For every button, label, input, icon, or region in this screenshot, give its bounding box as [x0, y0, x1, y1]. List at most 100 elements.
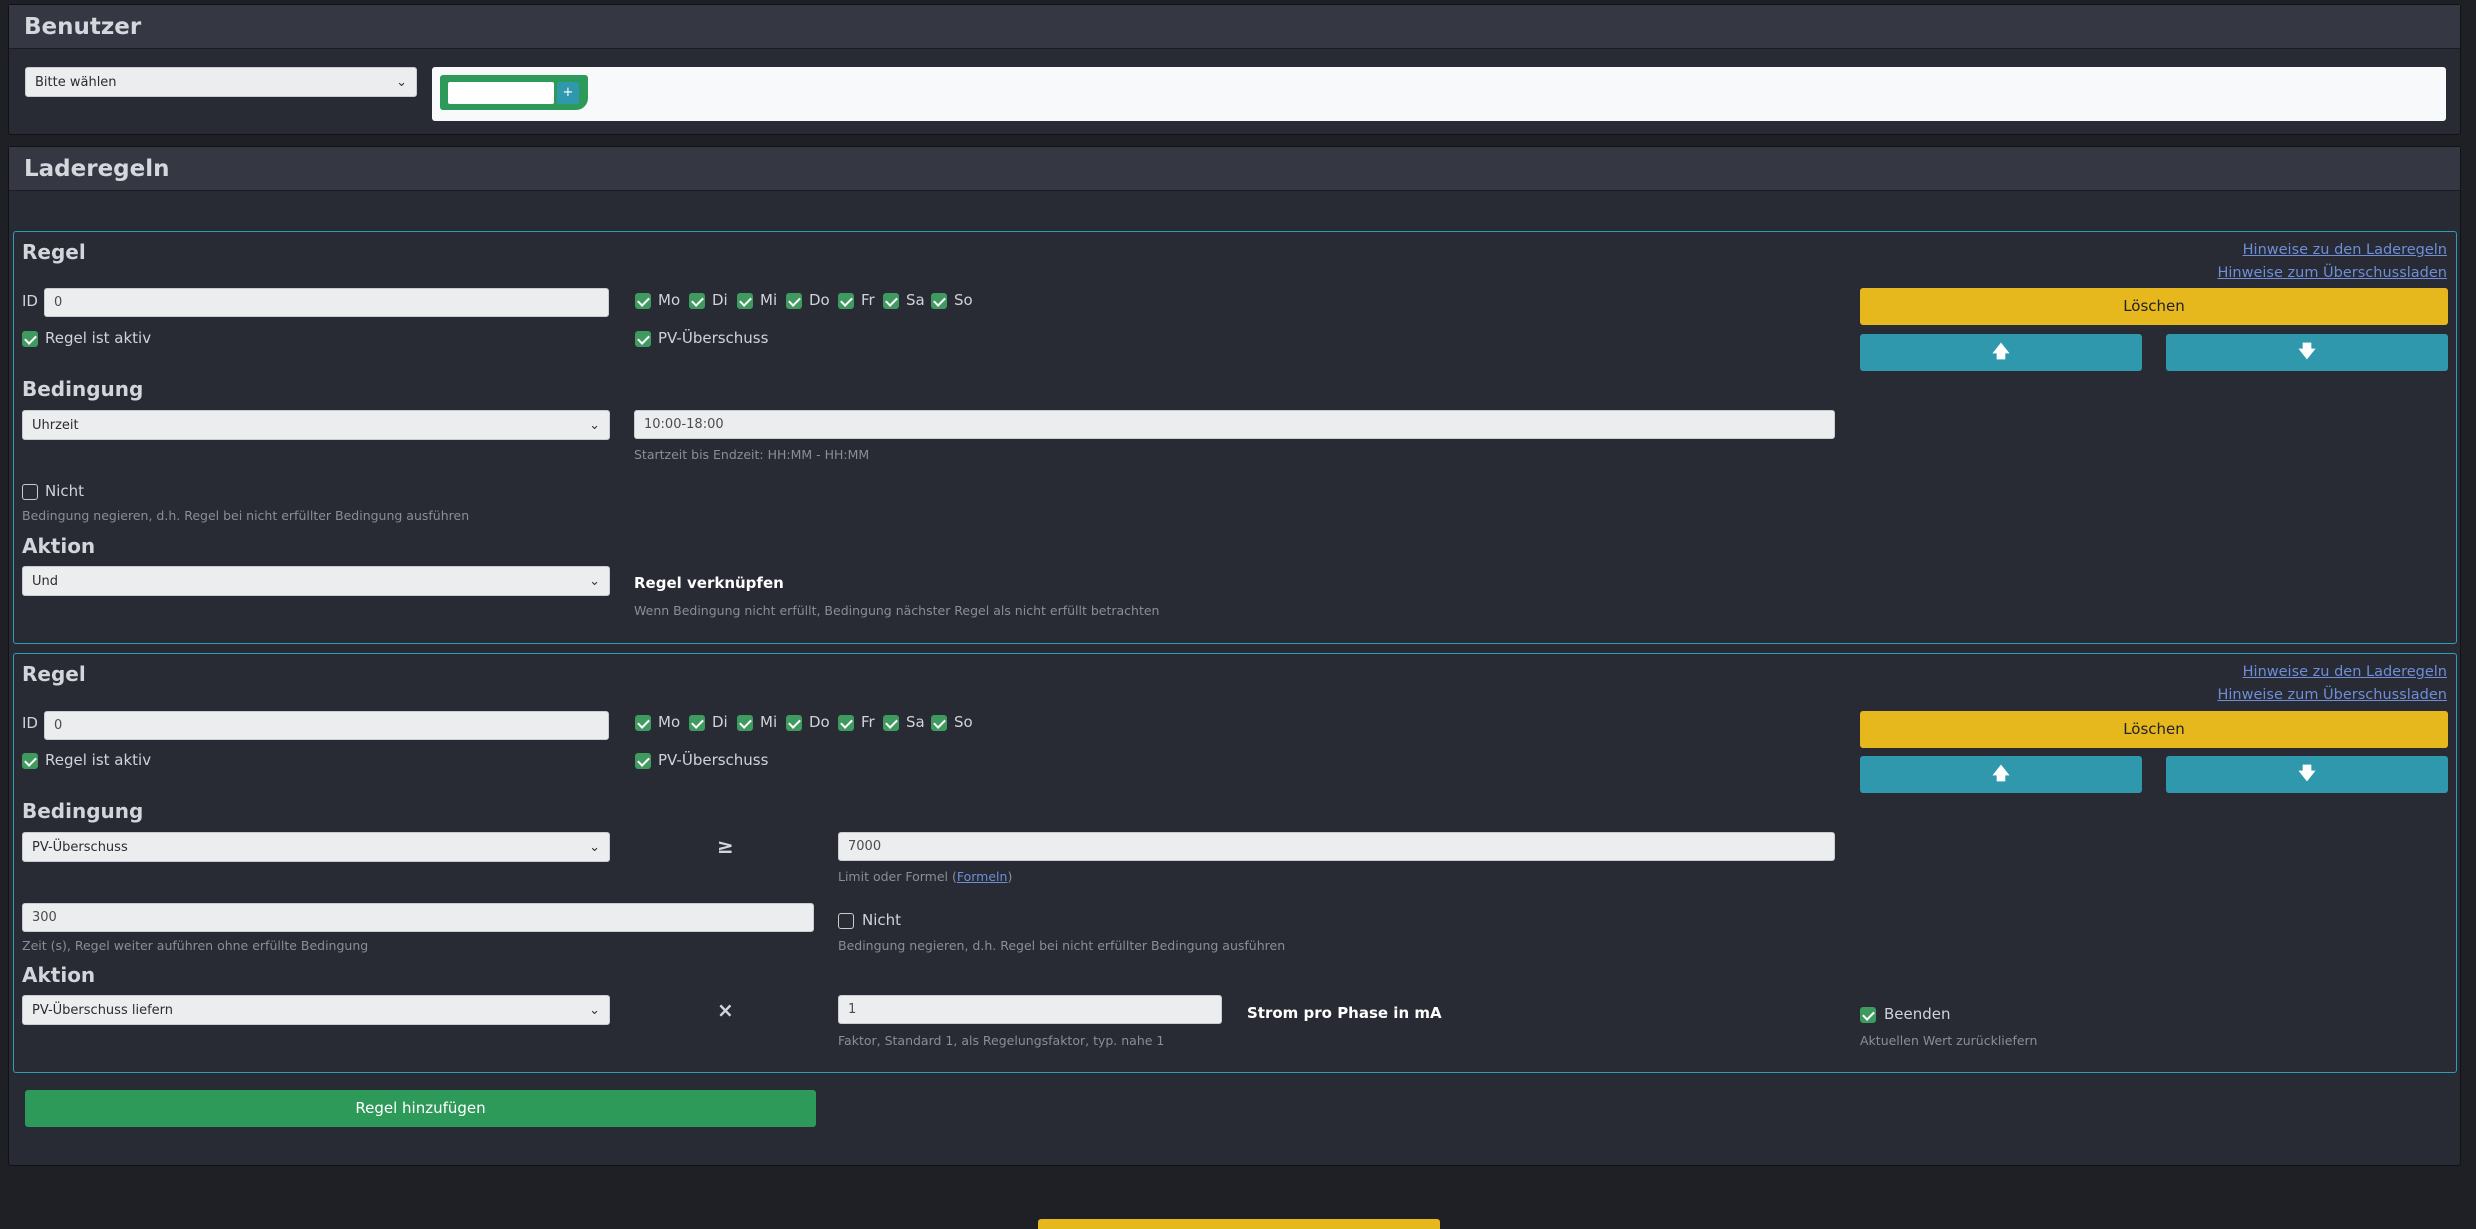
rule1-day-do-checkbox[interactable] — [786, 293, 802, 309]
rule2-active-checkbox[interactable] — [22, 753, 38, 769]
rule1-active-label: Regel ist aktiv — [45, 329, 152, 347]
rule1-move-down-button[interactable]: 🡇 — [2166, 334, 2448, 371]
rule1-link-laderegeln[interactable]: Hinweise zu den Laderegeln — [2243, 242, 2447, 258]
rule1-id-input[interactable]: 0 — [44, 288, 609, 317]
rule1-day-so-label: So — [954, 291, 973, 309]
rule2-id-value: 0 — [54, 718, 63, 733]
rule2-limit-input[interactable]: 7000 — [838, 832, 1835, 861]
rule2-day-sa-label: Sa — [906, 713, 925, 731]
rule2-factor-input[interactable]: 1 — [838, 995, 1222, 1024]
arrow-down-icon: 🡇 — [2298, 342, 2316, 362]
rule1-condition-value: Uhrzeit — [32, 418, 79, 433]
rule1-day-fr-label: Fr — [861, 291, 875, 309]
rule1-day-mo-checkbox[interactable] — [635, 293, 651, 309]
rule2-id-label: ID — [22, 714, 38, 732]
rule2-bedingung-heading: Bedingung — [22, 799, 144, 823]
user-select-value: Bitte wählen — [35, 75, 117, 90]
rule1-delete-button[interactable]: Löschen — [1860, 288, 2448, 325]
arrow-up-icon: 🡅 — [1992, 342, 2010, 362]
rule1-move-up-button[interactable]: 🡅 — [1860, 334, 2142, 371]
rule2-day-so-checkbox[interactable] — [931, 715, 947, 731]
rule1-day-mi-label: Mi — [760, 291, 778, 309]
rule2-id-input[interactable]: 0 — [44, 711, 609, 740]
rule1-day-sa-checkbox[interactable] — [883, 293, 899, 309]
user-select[interactable]: Bitte wählen ⌄ — [25, 67, 417, 97]
rule1-nicht-checkbox[interactable] — [22, 484, 38, 500]
rule2-day-so-label: So — [954, 713, 973, 731]
rule1-heading: Regel — [22, 240, 86, 264]
rule2-aktion-heading: Aktion — [22, 963, 96, 987]
rule1-bedingung-heading: Bedingung — [22, 377, 144, 401]
rule1-time-value: 10:00-18:00 — [644, 417, 724, 432]
rule2-time-value: 300 — [32, 910, 57, 925]
rule2-day-sa-checkbox[interactable] — [883, 715, 899, 731]
rule2-day-mo-label: Mo — [658, 713, 681, 731]
rule1-link-ueberschuss[interactable]: Hinweise zum Überschussladen — [2218, 265, 2448, 281]
rule1-day-fr-checkbox[interactable] — [838, 293, 854, 309]
rule2-strom-label: Strom pro Phase in mA — [1247, 1004, 1442, 1022]
rule1-day-di-checkbox[interactable] — [689, 293, 705, 309]
rule2-time-input[interactable]: 300 — [22, 903, 814, 932]
rule2-formeln-link[interactable]: Formeln — [957, 869, 1008, 884]
rule1-action-value: Und — [32, 574, 59, 589]
rule2-limit-hint-text: Limit oder Formel ( — [838, 869, 957, 884]
add-user-button[interactable]: + — [557, 82, 579, 104]
rule2-day-do-label: Do — [809, 713, 830, 731]
rule1-day-so-checkbox[interactable] — [931, 293, 947, 309]
rule1-action-select[interactable]: Und ⌄ — [22, 566, 610, 596]
rule2-move-up-button[interactable]: 🡅 — [1860, 756, 2142, 793]
rule2-condition-value: PV-Überschuss — [32, 840, 128, 855]
rule2-nicht-label: Nicht — [862, 911, 902, 929]
rule1-day-mi-checkbox[interactable] — [737, 293, 753, 309]
rule2-day-mi-checkbox[interactable] — [737, 715, 753, 731]
arrow-up-icon: 🡅 — [1992, 764, 2010, 784]
rule1-time-input[interactable]: 10:00-18:00 — [634, 410, 1835, 439]
rule2-day-fr-label: Fr — [861, 713, 875, 731]
rule2-nicht-hint: Bedingung negieren, d.h. Regel bei nicht… — [838, 938, 1286, 953]
rule2-action-select[interactable]: PV-Überschuss liefern ⌄ — [22, 995, 610, 1025]
rule2-day-di-label: Di — [712, 713, 728, 731]
rule2-operator: ≥ — [717, 834, 734, 858]
rule1-day-do-label: Do — [809, 291, 830, 309]
rule2-beenden-hint: Aktuellen Wert zurückliefern — [1860, 1033, 2038, 1048]
rule2-link-laderegeln[interactable]: Hinweise zu den Laderegeln — [2243, 664, 2447, 680]
rule1-pv-checkbox[interactable] — [635, 331, 651, 347]
rule1-nicht-label: Nicht — [45, 482, 85, 500]
add-rule-button[interactable]: Regel hinzufügen — [25, 1090, 816, 1127]
rule1-id-value: 0 — [54, 295, 63, 310]
rule1-condition-select[interactable]: Uhrzeit ⌄ — [22, 410, 610, 440]
rule2-link-ueberschuss[interactable]: Hinweise zum Überschussladen — [2218, 687, 2448, 703]
user-tag-widget: + — [440, 75, 588, 110]
rule1-active-checkbox[interactable] — [22, 331, 38, 347]
rule1-id-label: ID — [22, 292, 38, 310]
rule1-time-hint: Startzeit bis Endzeit: HH:MM - HH:MM — [634, 447, 870, 462]
rule1-aktion-heading: Aktion — [22, 534, 96, 558]
rule2-condition-select[interactable]: PV-Überschuss ⌄ — [22, 832, 610, 862]
rule2-day-mo-checkbox[interactable] — [635, 715, 651, 731]
rule2-day-di-checkbox[interactable] — [689, 715, 705, 731]
rule2-day-mi-label: Mi — [760, 713, 778, 731]
rule2-limit-hint: Limit oder Formel (Formeln) — [838, 869, 1012, 884]
laderegeln-header: Laderegeln — [9, 147, 2460, 191]
laderegeln-title: Laderegeln — [24, 156, 170, 182]
rule2-day-do-checkbox[interactable] — [786, 715, 802, 731]
rule1-day-mo-label: Mo — [658, 291, 681, 309]
rule2-limit-value: 7000 — [848, 839, 882, 854]
rule2-multiply: × — [717, 998, 734, 1022]
rule1-verknuepfen-hint: Wenn Bedingung nicht erfüllt, Bedingung … — [634, 603, 1160, 618]
chevron-down-icon: ⌄ — [589, 840, 600, 855]
rule2-action-value: PV-Überschuss liefern — [32, 1003, 174, 1018]
rule2-nicht-checkbox[interactable] — [838, 913, 854, 929]
rule2-day-fr-checkbox[interactable] — [838, 715, 854, 731]
rule2-pv-checkbox[interactable] — [635, 753, 651, 769]
rule1-pv-label: PV-Überschuss — [658, 329, 769, 347]
rule2-beenden-label: Beenden — [1884, 1005, 1951, 1023]
rule2-beenden-checkbox[interactable] — [1860, 1007, 1876, 1023]
rule2-factor-value: 1 — [848, 1002, 857, 1017]
arrow-down-icon: 🡇 — [2298, 764, 2316, 784]
benutzer-header: Benutzer — [9, 5, 2460, 49]
user-name-input[interactable] — [448, 82, 554, 104]
rule2-move-down-button[interactable]: 🡇 — [2166, 756, 2448, 793]
rule2-delete-button[interactable]: Löschen — [1860, 711, 2448, 748]
bottom-yellow-button[interactable] — [1038, 1219, 1440, 1229]
